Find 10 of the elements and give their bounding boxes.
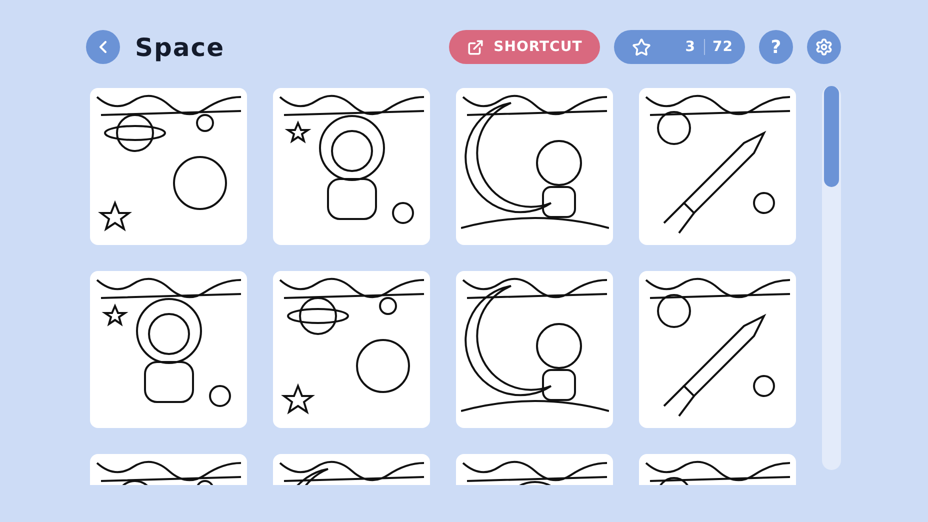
star-icon xyxy=(632,38,652,56)
help-button[interactable]: ? xyxy=(759,30,793,64)
page-title: Space xyxy=(135,32,226,62)
external-link-icon xyxy=(466,38,484,56)
scrollbar-thumb[interactable] xyxy=(824,86,839,187)
settings-icon xyxy=(815,38,833,56)
back-button[interactable] xyxy=(86,30,120,64)
progress-counter[interactable]: 3 72 xyxy=(614,30,745,64)
shortcut-button[interactable]: SHORTCUT xyxy=(448,30,600,64)
settings-button[interactable] xyxy=(807,30,841,64)
